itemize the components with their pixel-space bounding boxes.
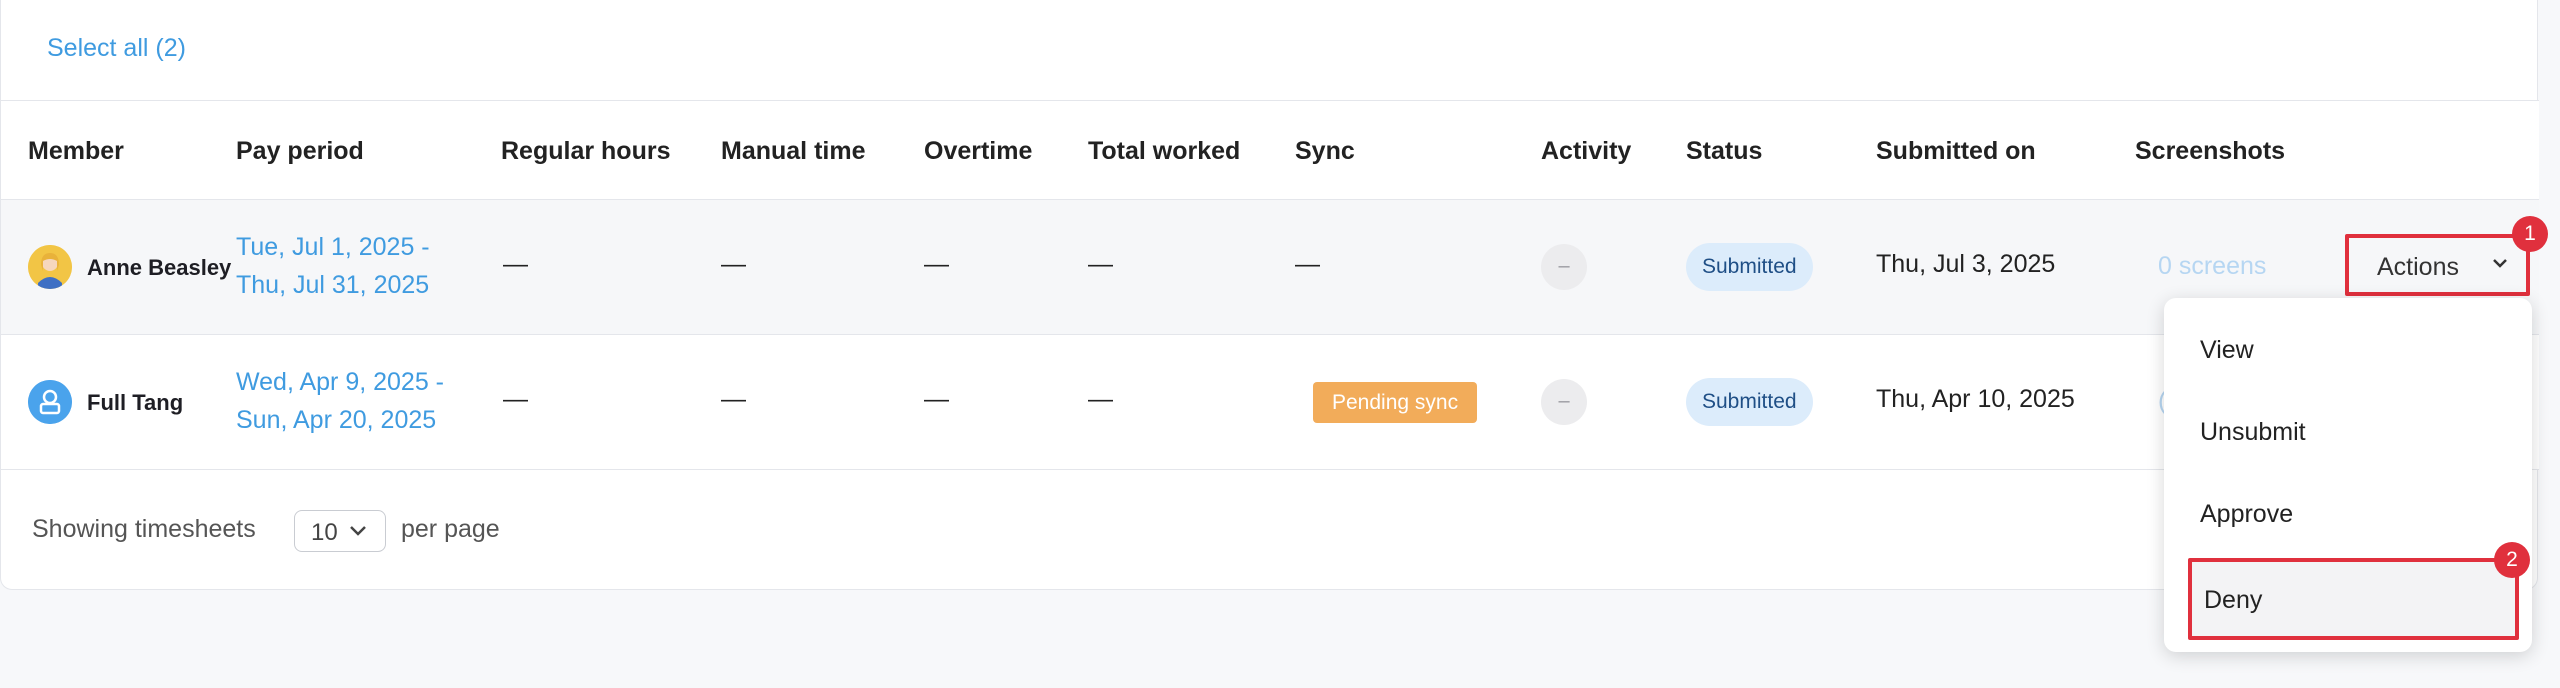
regular-hours-value: —: [503, 385, 528, 413]
overtime-value: —: [924, 250, 949, 278]
regular-hours-value: —: [503, 250, 528, 278]
per-page-value: 10: [311, 519, 338, 546]
period-start: Tue, Jul 1, 2025 -: [236, 233, 430, 261]
column-total-worked[interactable]: Total worked: [1088, 101, 1240, 201]
sync-value: —: [1295, 250, 1320, 278]
period-end: Sun, Apr 20, 2025: [236, 406, 437, 434]
member-name: Anne Beasley: [87, 255, 232, 280]
column-activity[interactable]: Activity: [1541, 101, 1631, 201]
column-overtime[interactable]: Overtime: [924, 101, 1032, 201]
screenshots-link[interactable]: 0 screens: [2158, 252, 2266, 281]
menu-item-view[interactable]: View: [2164, 308, 2532, 390]
period-end: Thu, Jul 31, 2025: [236, 271, 430, 299]
column-pay-period[interactable]: Pay period: [236, 101, 364, 201]
table-row[interactable]: Anne Beasley Tue, Jul 1, 2025 - Thu, Jul…: [1, 200, 2539, 335]
menu-item-label: View: [2200, 336, 2254, 364]
status-badge: Submitted: [1686, 378, 1813, 426]
timesheets-card: Select all (2) Member Pay period Regular…: [0, 0, 2539, 590]
actions-dropdown-menu: View Unsubmit Approve Deny: [2164, 298, 2532, 652]
per-page-label: per page: [401, 515, 500, 543]
manual-time-value: —: [721, 250, 746, 278]
period-start: Wed, Apr 9, 2025 -: [236, 368, 444, 396]
table-row[interactable]: Full Tang Wed, Apr 9, 2025 - Sun, Apr 20…: [1, 335, 2539, 470]
column-screenshots[interactable]: Screenshots: [2135, 101, 2285, 201]
column-member[interactable]: Member: [28, 101, 124, 201]
pay-period-link[interactable]: Tue, Jul 1, 2025 - Thu, Jul 31, 2025: [236, 228, 430, 304]
column-regular-hours[interactable]: Regular hours: [501, 101, 670, 201]
total-worked-value: —: [1088, 385, 1113, 413]
menu-item-label: Approve: [2200, 500, 2294, 528]
menu-item-deny[interactable]: Deny: [2188, 558, 2519, 640]
activity-indicator: –: [1541, 379, 1587, 425]
menu-item-label: Unsubmit: [2200, 418, 2306, 446]
actions-label: Actions: [2377, 253, 2459, 281]
status-badge: Submitted: [1686, 243, 1813, 291]
actions-button[interactable]: Actions: [2345, 234, 2530, 296]
column-manual-time[interactable]: Manual time: [721, 101, 865, 201]
total-worked-value: —: [1088, 250, 1113, 278]
per-page-select[interactable]: 10: [294, 510, 386, 552]
menu-item-approve[interactable]: Approve: [2164, 472, 2532, 554]
pay-period-link[interactable]: Wed, Apr 9, 2025 - Sun, Apr 20, 2025: [236, 363, 444, 439]
manual-time-value: —: [721, 385, 746, 413]
user-placeholder-icon: [28, 380, 72, 424]
chevron-down-icon: [2489, 252, 2511, 281]
column-submitted-on[interactable]: Submitted on: [1876, 101, 2036, 201]
step-marker: 2: [2494, 542, 2530, 578]
column-status[interactable]: Status: [1686, 101, 1762, 201]
column-sync[interactable]: Sync: [1295, 101, 1355, 201]
avatar: [28, 380, 72, 424]
overtime-value: —: [924, 385, 949, 413]
pending-sync-badge: Pending sync: [1313, 382, 1478, 423]
member-name: Full Tang: [87, 390, 184, 415]
step-marker: 1: [2512, 216, 2548, 252]
showing-label: Showing timesheets: [32, 515, 256, 543]
menu-item-label: Deny: [2204, 586, 2263, 614]
table-header: Member Pay period Regular hours Manual t…: [1, 100, 2539, 200]
submitted-on-value: Thu, Jul 3, 2025: [1876, 250, 2056, 278]
avatar: [28, 245, 72, 289]
user-photo-icon: [28, 245, 72, 289]
activity-indicator: –: [1541, 244, 1587, 290]
select-all-link[interactable]: Select all (2): [47, 34, 186, 63]
chevron-down-icon: [347, 519, 369, 546]
menu-item-unsubmit[interactable]: Unsubmit: [2164, 390, 2532, 472]
submitted-on-value: Thu, Apr 10, 2025: [1876, 385, 2075, 413]
